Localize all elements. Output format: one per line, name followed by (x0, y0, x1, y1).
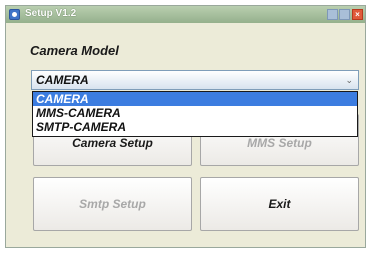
camera-model-select[interactable]: CAMERA ⌄ (31, 70, 359, 90)
minimize-icon[interactable] (327, 9, 338, 20)
camera-model-dropdown-list[interactable]: CAMERA MMS-CAMERA SMTP-CAMERA (32, 91, 358, 137)
camera-model-label: Camera Model (30, 43, 119, 58)
dropdown-option-mms-camera[interactable]: MMS-CAMERA (33, 106, 357, 120)
dropdown-option-camera[interactable]: CAMERA (33, 92, 357, 106)
smtp-setup-label: Smtp Setup (79, 197, 146, 211)
chevron-down-icon[interactable]: ⌄ (345, 75, 353, 86)
exit-button[interactable]: Exit (200, 177, 359, 231)
dropdown-option-smtp-camera[interactable]: SMTP-CAMERA (33, 120, 357, 134)
maximize-icon[interactable] (339, 9, 350, 20)
camera-model-selected-value: CAMERA (36, 73, 89, 87)
exit-label: Exit (268, 197, 291, 211)
window-title: Setup V1.2 (25, 8, 77, 19)
smtp-setup-button[interactable]: Smtp Setup (33, 177, 192, 231)
app-icon[interactable] (9, 9, 20, 20)
title-bar[interactable]: Setup V1.2 × (6, 6, 365, 23)
close-icon[interactable]: × (352, 9, 363, 20)
